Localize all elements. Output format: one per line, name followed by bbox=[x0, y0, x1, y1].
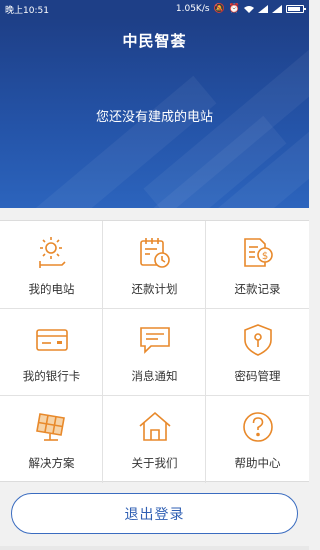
message-icon bbox=[135, 320, 175, 360]
menu-item-label: 还款计划 bbox=[131, 282, 178, 296]
menu-item-label: 帮助中心 bbox=[234, 456, 281, 470]
signal-icon bbox=[272, 5, 282, 13]
house-icon bbox=[135, 407, 175, 447]
battery-icon bbox=[286, 5, 306, 13]
app-title: 中民智荟 bbox=[122, 32, 187, 50]
svg-text:$: $ bbox=[261, 251, 267, 262]
signal-icon bbox=[258, 5, 268, 13]
menu-item-label: 还款记录 bbox=[234, 282, 281, 296]
menu-item-solutions[interactable]: 解决方案 bbox=[0, 395, 103, 482]
menu-item-notifications[interactable]: 消息通知 bbox=[103, 308, 206, 395]
menu-item-about-us[interactable]: 关于我们 bbox=[103, 395, 206, 482]
logout-button[interactable]: 退出登录 bbox=[11, 493, 298, 534]
status-indicators: 1.05K/s 🔕 ⏰ bbox=[175, 3, 306, 14]
menu-grid: 我的电站 还款计划 $ 还款记录 我的银行卡 消息通知 密码管理 解决方案 关于… bbox=[0, 220, 309, 483]
menu-item-password[interactable]: 密码管理 bbox=[206, 308, 309, 395]
shield-key-icon bbox=[238, 320, 278, 360]
menu-item-help-center[interactable]: 帮助中心 bbox=[206, 395, 309, 482]
menu-item-repayment-plan[interactable]: 还款计划 bbox=[103, 221, 206, 308]
menu-item-bank-card[interactable]: 我的银行卡 bbox=[0, 308, 103, 395]
bank-card-icon bbox=[32, 320, 72, 360]
mute-icon: 🔕 bbox=[213, 3, 225, 14]
menu-item-label: 密码管理 bbox=[234, 369, 281, 383]
solar-panel-icon bbox=[32, 407, 72, 447]
wifi-icon bbox=[244, 6, 254, 13]
network-speed: 1.05K/s bbox=[175, 4, 210, 14]
question-icon bbox=[238, 407, 278, 447]
solar-sun-icon bbox=[32, 233, 72, 273]
menu-item-repayment-record[interactable]: $ 还款记录 bbox=[206, 221, 309, 308]
empty-station-message: 您还没有建成的电站 bbox=[95, 110, 213, 125]
bottom-bar bbox=[0, 546, 309, 550]
calendar-clock-icon bbox=[135, 233, 175, 273]
menu-item-label: 我的银行卡 bbox=[22, 369, 81, 383]
menu-item-label: 解决方案 bbox=[28, 456, 75, 470]
document-dollar-icon: $ bbox=[238, 233, 278, 273]
status-bar: 晚上10:51 1.05K/s 🔕 ⏰ bbox=[0, 0, 309, 18]
menu-item-label: 我的电站 bbox=[28, 282, 75, 296]
alarm-icon: ⏰ bbox=[228, 3, 240, 14]
menu-item-label: 关于我们 bbox=[131, 456, 178, 470]
header-banner: 中民智荟 您还没有建成的电站 bbox=[0, 18, 309, 208]
menu-item-label: 消息通知 bbox=[131, 369, 178, 383]
status-time: 晚上10:51 bbox=[5, 5, 49, 16]
menu-item-my-station[interactable]: 我的电站 bbox=[0, 221, 103, 308]
